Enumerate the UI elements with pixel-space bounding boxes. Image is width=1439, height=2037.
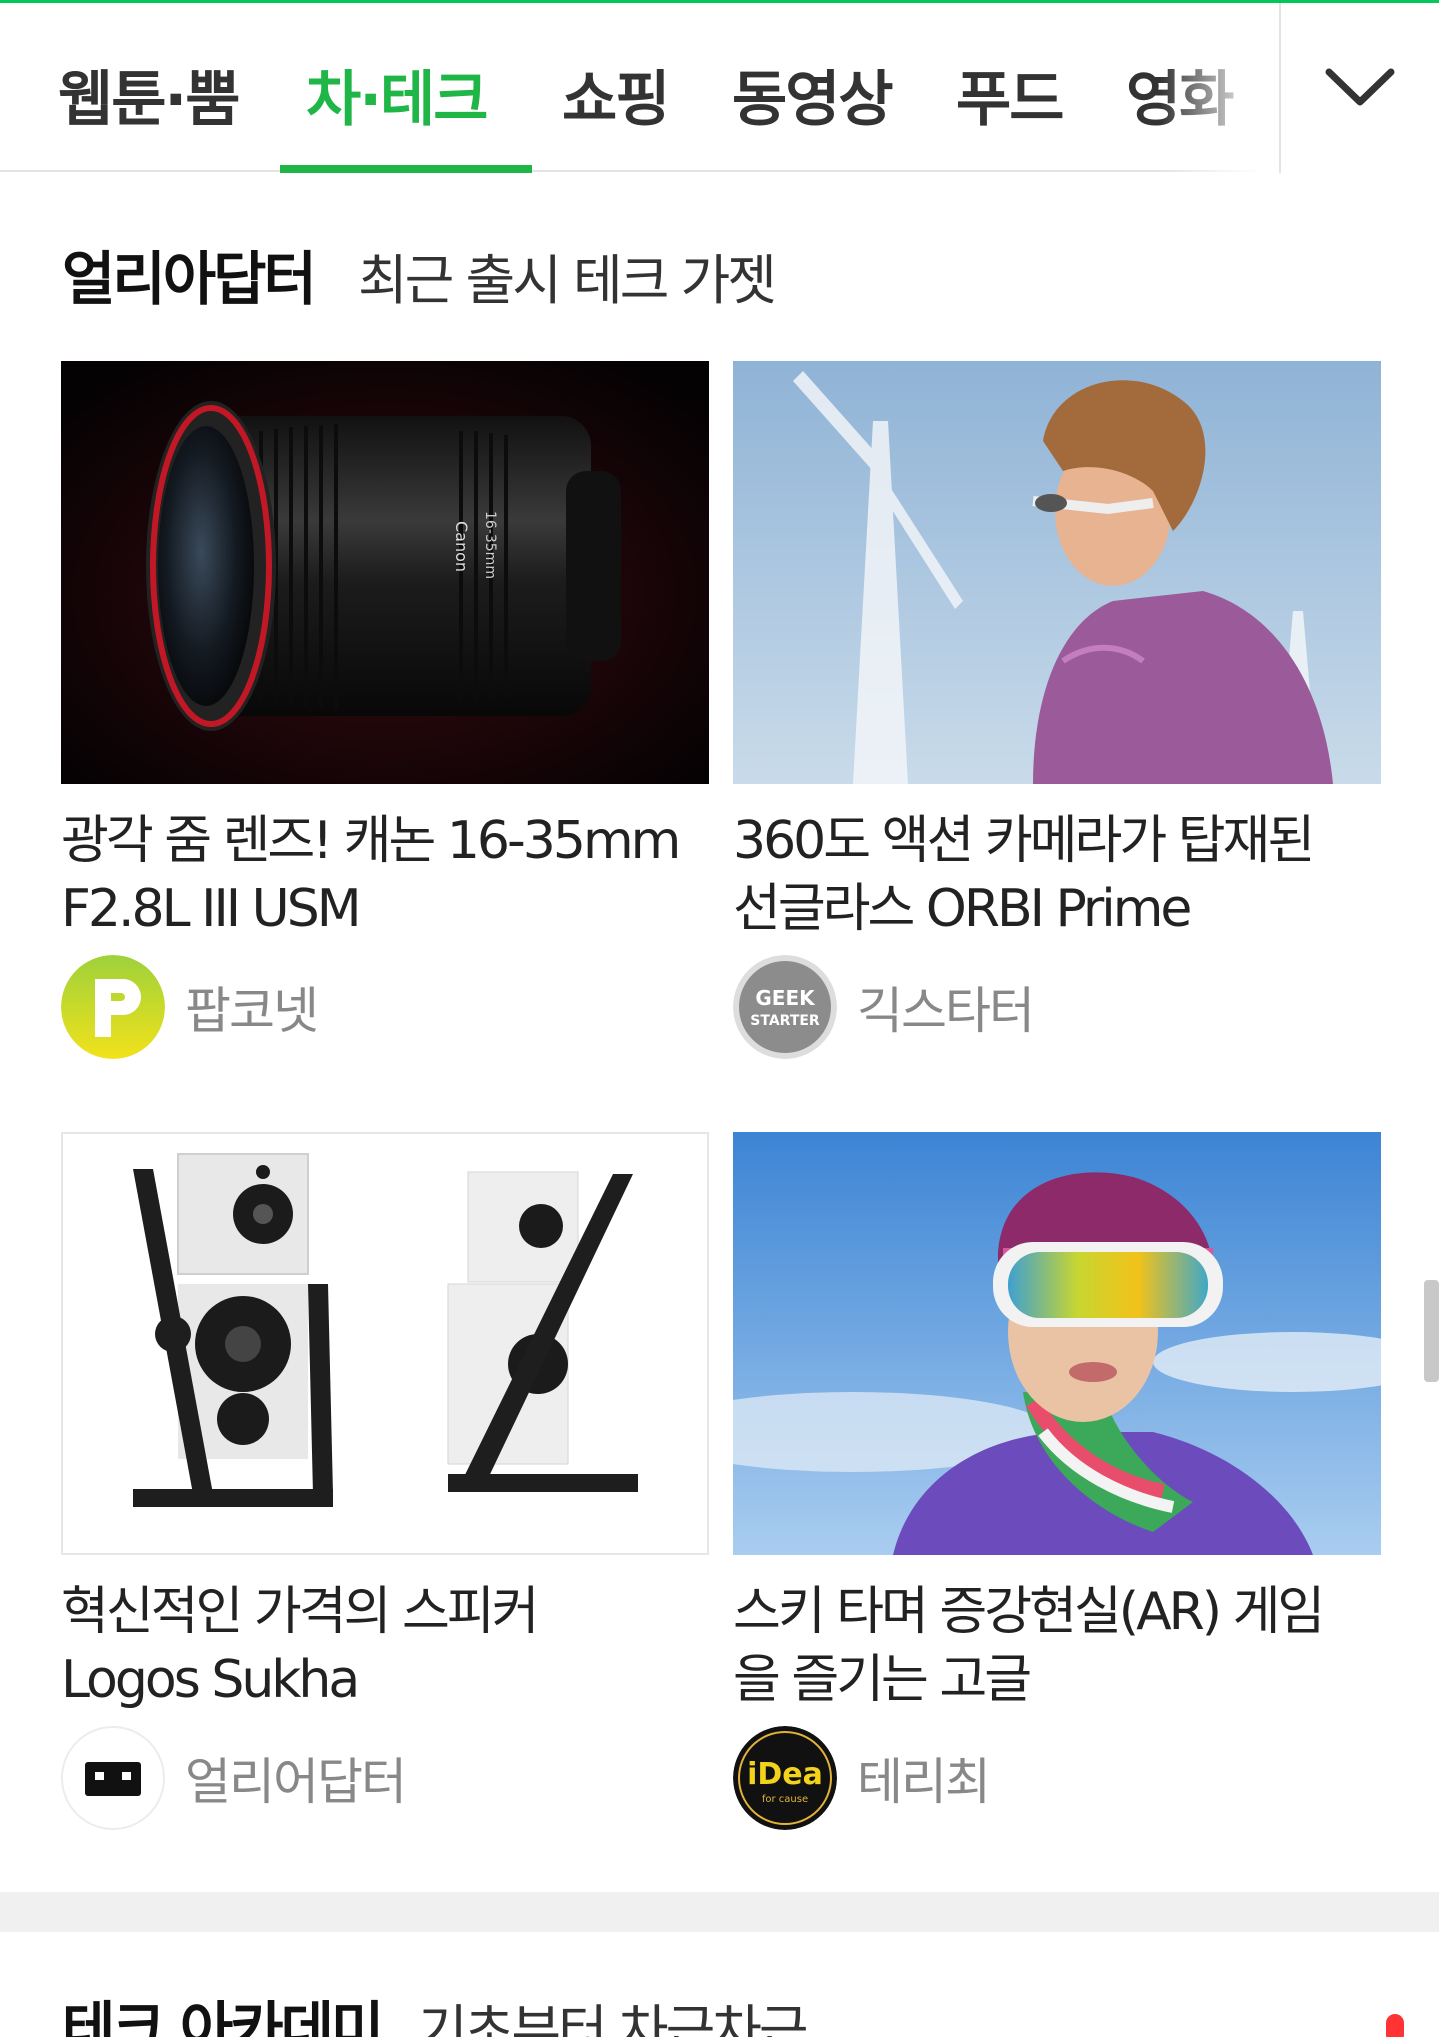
tab-food[interactable]: 푸드 [956,51,1064,138]
tab-video[interactable]: 동영상 [732,51,894,138]
section-subtitle: 기초부터 차근차근 [418,1999,809,2037]
section-title: 테크 아카데미 [62,1995,384,2037]
article-title-line: 을 즐기는 고글 [733,1650,1032,1710]
article-title-line: 혁신적인 가격의 스피커 [61,1582,539,1642]
article-title[interactable]: 스키 타며 증강현실(AR) 게임 을 즐기는 고글 [733,1578,1393,1714]
svg-text:STARTER: STARTER [750,1013,820,1029]
svg-text:iDea: iDea [747,1757,823,1792]
article-title-line: 선글라스 ORBI Prime [733,879,1192,939]
article-source[interactable]: 팝코넷 [61,955,319,1059]
source-name: 테리최 [857,1753,991,1811]
speaker-image [63,1134,707,1553]
tab-car-tech[interactable]: 차·테크 [306,51,488,138]
goggles-image [733,1132,1381,1555]
article-thumbnail-lens[interactable]: Canon 16-35mm [61,361,709,784]
article-title[interactable]: 혁신적인 가격의 스피커 Logos Sukha [61,1578,721,1714]
article-title-line: 스키 타며 증강현실(AR) 게임 [733,1582,1325,1642]
article-source[interactable]: 얼리어답터 [61,1726,407,1830]
chevron-down-icon [1325,68,1395,106]
svg-text:GEEK: GEEK [755,986,816,1010]
source-name: 긱스타터 [857,982,1035,1040]
source-name: 얼리어답터 [185,1753,407,1811]
article-title-line: F2.8L III USM [61,879,362,939]
tabs-fade-overlay [1160,3,1279,173]
scrollbar[interactable] [1424,1280,1439,1382]
category-nav-bar: 웹툰·뿜 차·테크 쇼핑 동영상 푸드 영화 [0,0,1439,173]
section-title: 얼리아답터 [62,245,317,313]
article-thumbnail-sunglasses[interactable] [733,361,1381,784]
article-card[interactable]: 혁신적인 가격의 스피커 Logos Sukha 얼리어답터 [61,1132,709,1830]
svg-text:for cause: for cause [762,1794,808,1805]
lens-image: Canon 16-35mm [61,361,709,784]
article-source[interactable]: iDea for cause 테리최 [733,1726,991,1830]
article-source[interactable]: GEEK STARTER 긱스타터 [733,955,1035,1059]
notification-dot [1386,2014,1404,2037]
svg-text:Canon: Canon [452,521,471,572]
popcornnet-logo-icon [61,955,165,1059]
geekstarter-logo-icon: GEEK STARTER [733,955,837,1059]
tab-webtoon[interactable]: 웹툰·뿜 [58,51,240,138]
tab-shopping[interactable]: 쇼핑 [562,51,670,138]
article-title-line: 광각 줌 렌즈! 캐논 16-35mm [61,811,681,871]
article-title[interactable]: 광각 줌 렌즈! 캐논 16-35mm F2.8L III USM [61,807,721,943]
article-card[interactable]: 스키 타며 증강현실(AR) 게임 을 즐기는 고글 iDea for caus… [733,1132,1381,1830]
active-tab-indicator [280,165,532,173]
svg-text:16-35mm: 16-35mm [482,511,498,579]
article-title[interactable]: 360도 액션 카메라가 탑재된 선글라스 ORBI Prime [733,807,1393,943]
sunglasses-image [733,361,1381,784]
category-tabs: 웹툰·뿜 차·테크 쇼핑 동영상 푸드 영화 [0,3,1279,173]
earlyadopter-logo-icon [61,1726,165,1830]
article-thumbnail-goggles[interactable] [733,1132,1381,1555]
article-card[interactable]: 360도 액션 카메라가 탑재된 선글라스 ORBI Prime GEEK ST… [733,361,1381,1059]
category-dropdown-button[interactable] [1279,3,1439,173]
article-thumbnail-speaker[interactable] [61,1132,709,1555]
article-card[interactable]: Canon 16-35mm 광각 줌 렌즈! 캐논 16-35mm F2.8L … [61,361,709,1059]
section-divider [0,1892,1439,1932]
section-subtitle: 최근 출시 테크 가젯 [358,249,777,312]
article-title-line: Logos Sukha [61,1650,360,1710]
source-name: 팝코넷 [185,982,319,1040]
article-title-line: 360도 액션 카메라가 탑재된 [733,811,1315,871]
idea-logo-icon: iDea for cause [733,1726,837,1830]
